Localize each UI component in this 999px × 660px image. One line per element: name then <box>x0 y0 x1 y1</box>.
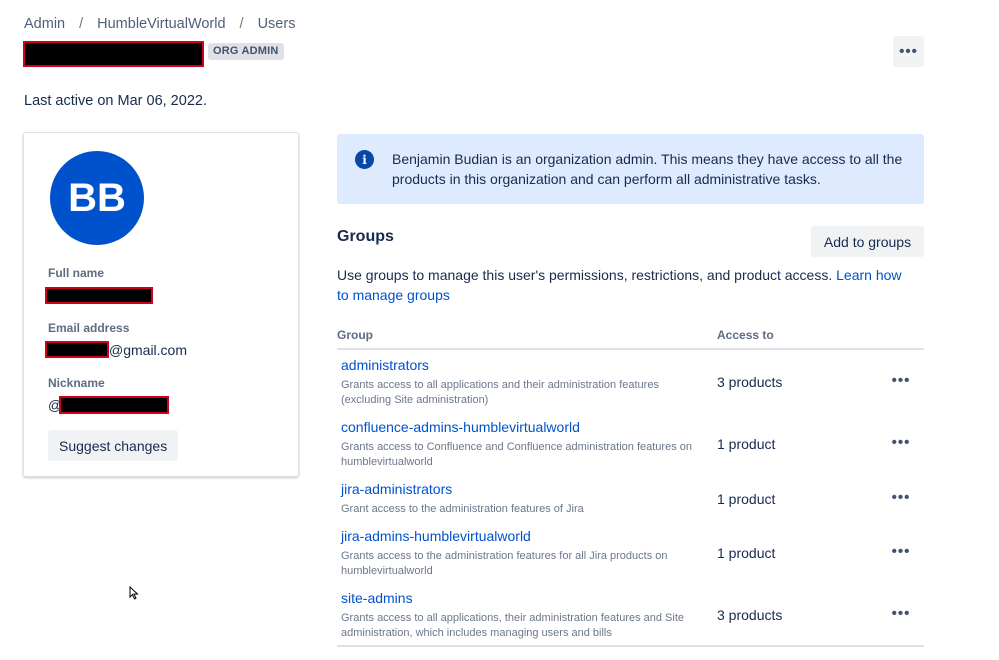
breadcrumb: Admin / HumbleVirtualWorld / Users <box>24 16 295 32</box>
last-active-text: Last active on Mar 06, 2022. <box>24 93 207 109</box>
info-icon: i <box>355 150 374 169</box>
row-more-icon[interactable]: ••• <box>887 604 915 624</box>
nickname-label: Nickname <box>48 376 105 390</box>
breadcrumb-org[interactable]: HumbleVirtualWorld <box>97 16 225 32</box>
group-access: 3 products <box>717 374 783 390</box>
info-banner: i Benjamin Budian is an organization adm… <box>337 134 924 204</box>
group-link[interactable]: confluence-admins-humblevirtualworld <box>341 419 580 435</box>
more-horizontal-icon: ••• <box>899 43 918 60</box>
full-name-redacted <box>45 287 153 304</box>
group-access: 1 product <box>717 436 776 452</box>
breadcrumb-admin[interactable]: Admin <box>24 16 65 32</box>
breadcrumb-separator: / <box>239 16 244 32</box>
group-access: 1 product <box>717 491 776 507</box>
table-bottom-divider <box>337 645 924 647</box>
table-header-divider <box>337 348 924 350</box>
breadcrumb-users[interactable]: Users <box>258 16 296 32</box>
row-more-icon[interactable]: ••• <box>887 488 915 508</box>
row-more-icon[interactable]: ••• <box>887 542 915 562</box>
email-redacted <box>45 341 109 358</box>
email-label: Email address <box>48 321 130 335</box>
row-more-icon[interactable]: ••• <box>887 433 915 453</box>
group-access: 3 products <box>717 607 783 623</box>
more-actions-button[interactable]: ••• <box>893 36 924 67</box>
mouse-cursor-icon <box>129 586 139 600</box>
groups-title: Groups <box>337 228 394 245</box>
group-link[interactable]: jira-administrators <box>341 481 452 497</box>
column-header-access: Access to <box>717 328 774 342</box>
group-access: 1 product <box>717 545 776 561</box>
email-suffix: @gmail.com <box>109 342 188 358</box>
info-text: Benjamin Budian is an organization admin… <box>392 151 903 187</box>
group-description: Grants access to all applications, their… <box>341 612 685 639</box>
profile-card: BB Full name Email address @gmail.com Ni… <box>23 132 299 477</box>
group-description: Grants access to Confluence and Confluen… <box>341 441 692 468</box>
group-link[interactable]: site-admins <box>341 590 413 606</box>
groups-description: Use groups to manage this user's permiss… <box>337 265 917 305</box>
group-link[interactable]: administrators <box>341 357 429 373</box>
full-name-label: Full name <box>48 266 105 280</box>
group-link[interactable]: jira-admins-humblevirtualworld <box>341 528 531 544</box>
org-admin-badge: ORG ADMIN <box>208 43 284 60</box>
row-more-icon[interactable]: ••• <box>887 371 915 391</box>
groups-description-text: Use groups to manage this user's permiss… <box>337 267 833 283</box>
group-description: Grants access to all applications and th… <box>341 379 659 406</box>
add-to-groups-button[interactable]: Add to groups <box>811 226 924 257</box>
group-description: Grant access to the administration featu… <box>341 503 584 515</box>
column-header-group: Group <box>337 328 373 342</box>
user-name-redacted <box>23 41 204 67</box>
avatar: BB <box>50 151 144 245</box>
suggest-changes-button[interactable]: Suggest changes <box>48 430 179 461</box>
breadcrumb-separator: / <box>79 16 84 32</box>
group-description: Grants access to the administration feat… <box>341 550 668 577</box>
nickname-redacted <box>59 396 169 414</box>
